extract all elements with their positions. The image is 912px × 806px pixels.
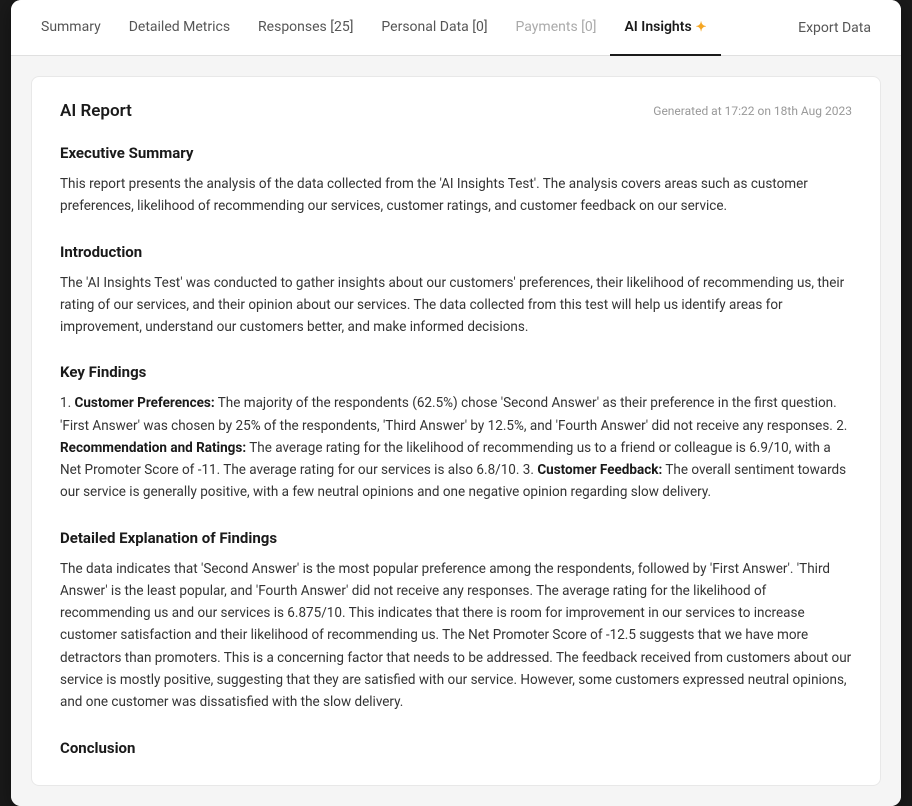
section-title-conclusion: Conclusion	[60, 736, 852, 760]
star-icon: ✦	[696, 20, 707, 35]
section-text-executive-summary: This report presents the analysis of the…	[60, 173, 852, 218]
key-findings-bold-1: Customer Preferences:	[75, 395, 215, 411]
section-title-detailed-explanation: Detailed Explanation of Findings	[60, 526, 852, 550]
main-window: Summary Detailed Metrics Responses [25] …	[11, 0, 901, 806]
tab-responses[interactable]: Responses [25]	[244, 0, 367, 56]
tab-bar: Summary Detailed Metrics Responses [25] …	[11, 0, 901, 56]
section-introduction: Introduction The 'AI Insights Test' was …	[60, 240, 852, 339]
report-card: AI Report Generated at 17:22 on 18th Aug…	[31, 76, 881, 786]
section-executive-summary: Executive Summary This report presents t…	[60, 141, 852, 218]
report-generated: Generated at 17:22 on 18th Aug 2023	[653, 104, 852, 118]
section-conclusion: Conclusion	[60, 736, 852, 760]
section-text-detailed-explanation: The data indicates that 'Second Answer' …	[60, 558, 852, 714]
tab-export-data[interactable]: Export Data	[784, 0, 885, 55]
section-title-key-findings: Key Findings	[60, 360, 852, 384]
tab-ai-insights[interactable]: AI Insights ✦	[610, 0, 720, 56]
section-title-introduction: Introduction	[60, 240, 852, 264]
tab-detailed-metrics[interactable]: Detailed Metrics	[115, 0, 244, 56]
section-title-executive-summary: Executive Summary	[60, 141, 852, 165]
tab-payments[interactable]: Payments [0]	[502, 0, 611, 56]
tab-personal-data[interactable]: Personal Data [0]	[367, 0, 501, 56]
report-body: Executive Summary This report presents t…	[60, 141, 852, 761]
section-key-findings: Key Findings 1. Customer Preferences: Th…	[60, 360, 852, 503]
section-text-key-findings: 1. Customer Preferences: The majority of…	[60, 392, 852, 503]
key-findings-prefix-1: 1.	[60, 395, 75, 411]
section-detailed-explanation: Detailed Explanation of Findings The dat…	[60, 526, 852, 714]
tab-summary[interactable]: Summary	[27, 0, 115, 56]
key-findings-bold-2: Recommendation and Ratings:	[60, 440, 246, 456]
report-title: AI Report	[60, 101, 132, 121]
key-findings-bold-3: Customer Feedback:	[537, 462, 662, 478]
section-text-introduction: The 'AI Insights Test' was conducted to …	[60, 272, 852, 339]
report-header: AI Report Generated at 17:22 on 18th Aug…	[60, 101, 852, 121]
content-area: AI Report Generated at 17:22 on 18th Aug…	[11, 56, 901, 806]
